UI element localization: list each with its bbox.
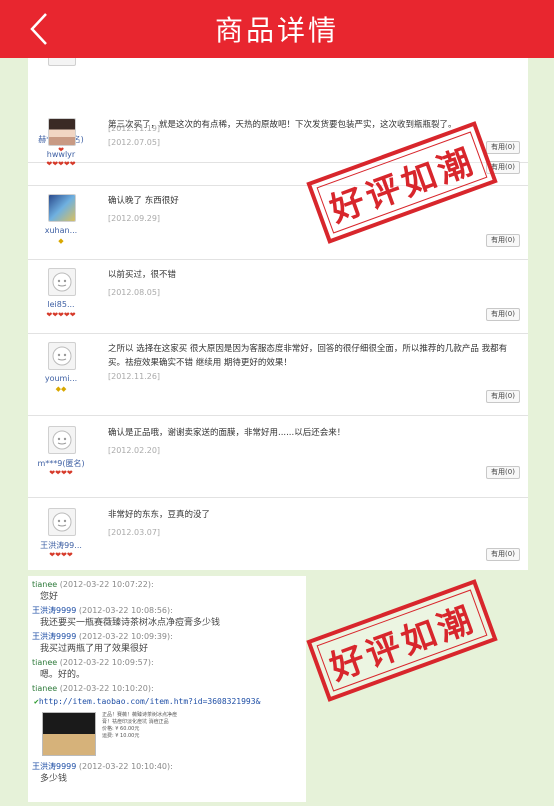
chat-message-header: tianee (2012-03-22 10:09:57): <box>32 658 154 667</box>
useful-button[interactable]: 有用(0) <box>486 548 520 561</box>
useful-button[interactable]: 有用(0) <box>486 234 520 247</box>
buyer-level: ❤❤❤❤ <box>49 551 73 559</box>
useful-button[interactable]: 有用(0) <box>486 466 520 479</box>
chat-message-header: tianee (2012-03-22 10:07:22): <box>32 580 154 589</box>
default-avatar-icon <box>52 346 72 366</box>
review-row: lei85... ❤❤❤❤❤ 以前买过，很不错 [2012.08.05] 有用(… <box>28 260 528 334</box>
avatar <box>48 508 76 536</box>
review-row: youmi... ◆◆ 之所以 选择在这家买 很大原因是因为客服态度非常好，回答… <box>28 334 528 416</box>
review-date: [2012.08.05] <box>108 288 161 297</box>
default-avatar-icon <box>52 272 72 292</box>
review-date: [2012.09.29] <box>108 214 161 223</box>
review-user: youmi... <box>44 374 78 383</box>
avatar <box>48 194 76 222</box>
review-user: m***9(匿名) <box>37 459 85 468</box>
review-text: 之所以 选择在这家买 很大原因是因为客服态度非常好，回答的很仔细很全面，所以推荐… <box>108 344 508 368</box>
back-arrow-icon[interactable] <box>26 11 56 47</box>
useful-button[interactable]: 有用(0) <box>486 308 520 321</box>
useful-button[interactable]: 有用(0) <box>486 390 520 403</box>
avatar <box>48 342 76 370</box>
avatar <box>48 426 76 454</box>
chat-message-body: 多少钱 <box>40 774 68 784</box>
review-user: lei85... <box>47 300 75 309</box>
buyer-level: ❤❤❤❤❤ <box>46 160 76 168</box>
review-date: [2012.11.26] <box>108 372 161 381</box>
chat-message-header: 王洪涛9999 (2012-03-22 10:10:40): <box>32 762 173 771</box>
review-user: hwwlyr <box>46 150 76 159</box>
buyer-level: ❤❤❤❤ <box>49 469 73 477</box>
product-card[interactable]: 正品！赛薇！薇臻诗茶树冰点净痘 膏！祛痘印淡化痘坑 消痘正品 价格: ¥ 60.… <box>40 710 240 758</box>
chat-message-header: 王洪涛9999 (2012-03-22 10:08:56): <box>32 606 173 615</box>
chat-message-body: 您好 <box>40 592 59 602</box>
avatar <box>48 118 76 146</box>
product-thumbnail <box>42 712 96 756</box>
buyer-level: ◆◆ <box>55 385 67 393</box>
default-avatar-icon <box>52 512 72 532</box>
review-row: 王洪涛99... ❤❤❤❤ 非常好的东东，豆真的没了 [2012.03.07] … <box>28 498 528 570</box>
review-user: xuhan... <box>44 226 78 235</box>
chat-log: tianee (2012-03-22 10:07:22): 您好 王洪涛9999… <box>28 576 306 802</box>
chat-item-link[interactable]: ✔http://item.taobao.com/item.htm?id=3608… <box>32 695 302 708</box>
chat-message-body: 我还要买一瓶赛薇臻诗茶树冰点净痘膏多少钱 <box>40 618 221 628</box>
buyer-level: ❤❤❤❤❤ <box>46 311 76 319</box>
praise-stamp: 好评如潮 <box>306 579 498 702</box>
default-avatar-icon <box>52 430 72 450</box>
review-text: 非常好的东东，豆真的没了 <box>108 510 211 520</box>
chat-message-header: 王洪涛9999 (2012-03-22 10:09:39): <box>32 632 173 641</box>
review-text: 确认是正品哦，谢谢卖家送的面膜，非常好用......以后还会来！ <box>108 428 346 438</box>
buyer-level: ◆ <box>58 237 64 245</box>
review-user: 王洪涛99... <box>40 541 82 550</box>
review-row: m***9(匿名) ❤❤❤❤ 确认是正品哦，谢谢卖家送的面膜，非常好用.....… <box>28 416 528 498</box>
avatar <box>48 268 76 296</box>
chat-message-body: 我买过两瓶了用了效果很好 <box>40 644 149 654</box>
review-date: [2012.03.07] <box>108 528 161 537</box>
review-text: 以前买过，很不错 <box>108 270 177 280</box>
page-title: 商品详情 <box>214 14 339 47</box>
chat-message-header: tianee (2012-03-22 10:10:20): <box>32 684 154 693</box>
review-date: [2012.07.05] <box>108 138 161 147</box>
product-card-details: 正品！赛薇！薇臻诗茶树冰点净痘 膏！祛痘印淡化痘坑 消痘正品 价格: ¥ 60.… <box>102 712 178 739</box>
review-date: [2012.02.20] <box>108 446 161 455</box>
top-bar: 商品详情 <box>0 0 554 58</box>
chat-message-body: 嗯。好的。 <box>40 670 86 680</box>
